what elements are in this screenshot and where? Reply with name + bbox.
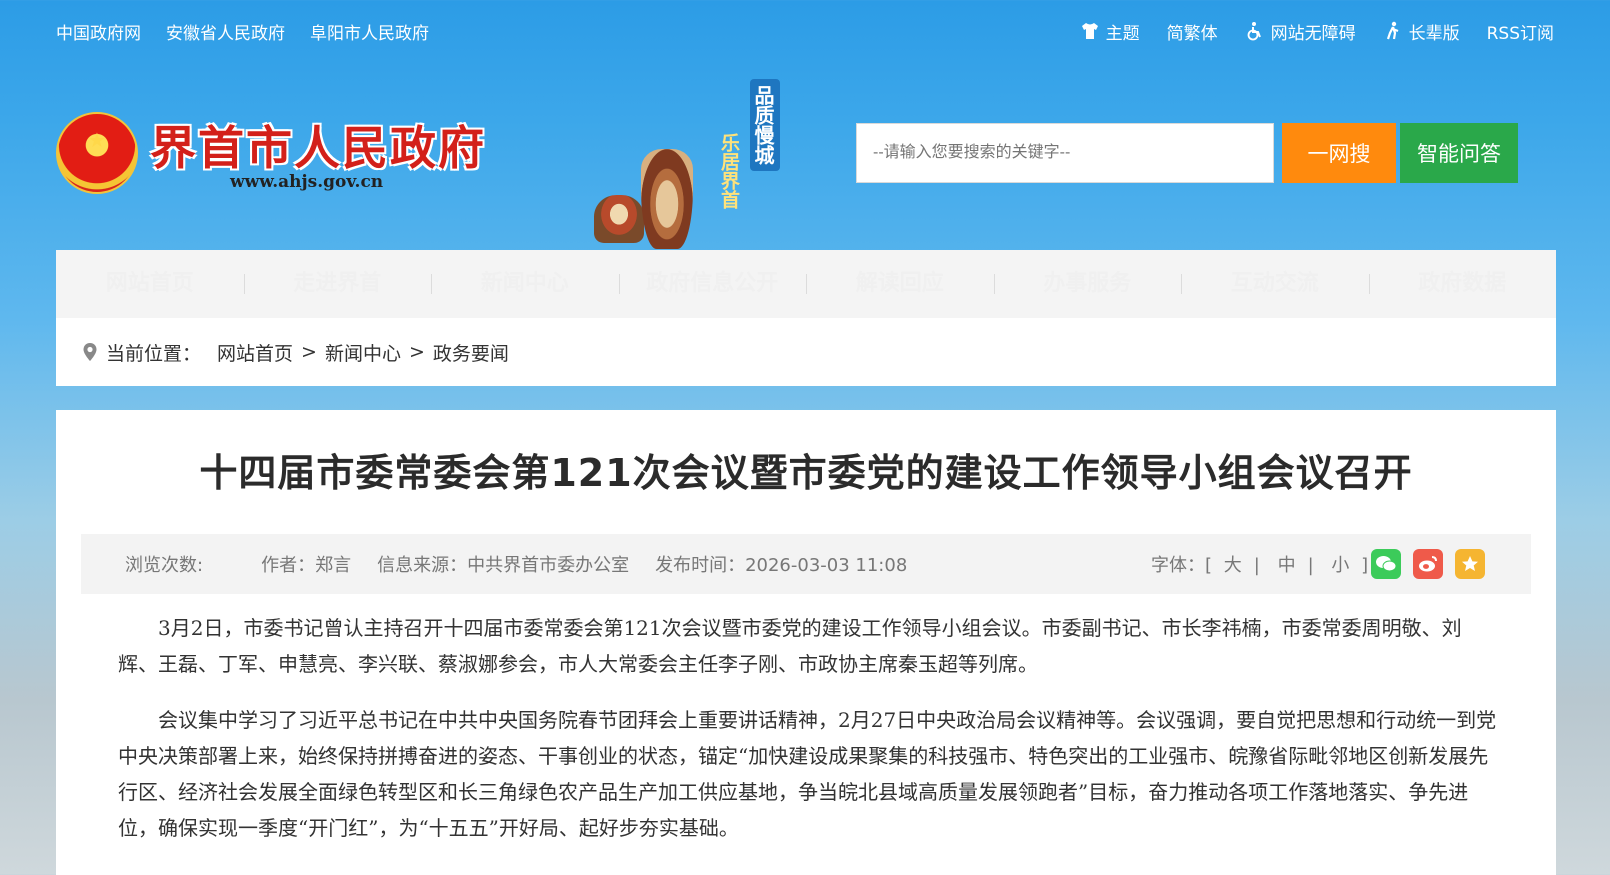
breadcrumb-home[interactable]: 网站首页 [217, 339, 293, 366]
site-url: www.ahjs.gov.cn [230, 172, 384, 192]
rss-label: RSS订阅 [1486, 23, 1554, 44]
small-vase-image [594, 195, 644, 243]
top-bar: 中国政府网 安徽省人民政府 阜阳市人民政府 主题 简繁体 网站无障碍 长辈版 R… [0, 0, 1610, 62]
star-icon [1462, 556, 1478, 571]
article-paragraph: 会议集中学习了习近平总书记在中共中央国务院春节团拜会上重要讲话精神，2月27日中… [118, 708, 1497, 840]
nav-item-home[interactable]: 网站首页 [56, 250, 244, 318]
smart-qa-button[interactable]: 智能问答 [1400, 123, 1518, 183]
elder-mode-button[interactable]: 长辈版 [1383, 19, 1460, 44]
link-fuyang-gov[interactable]: 阜阳市人民政府 [310, 19, 429, 44]
tshirt-icon [1081, 23, 1098, 39]
breadcrumb-prefix: 当前位置： [106, 342, 202, 365]
nav-item-news[interactable]: 新闻中心 [431, 250, 619, 318]
simplified-traditional-button[interactable]: 简繁体 [1167, 19, 1218, 44]
favorite-button[interactable] [1455, 549, 1485, 579]
author: 作者：郑言 [261, 555, 352, 576]
font-size-medium[interactable]: 中 [1278, 555, 1296, 576]
accessibility-label: 网站无障碍 [1270, 23, 1356, 44]
view-count: 浏览次数: [125, 555, 204, 576]
breadcrumb-news[interactable]: 新闻中心 [325, 339, 401, 366]
wechat-share-button[interactable] [1371, 549, 1401, 579]
elder-icon [1386, 21, 1399, 40]
breadcrumb: 当前位置： 网站首页 > 新闻中心 > 政务要闻 [56, 318, 1556, 386]
national-emblem-icon: ★ [56, 112, 138, 194]
wheelchair-icon [1247, 22, 1261, 41]
theme-button[interactable]: 主题 [1080, 19, 1140, 44]
main-nav: 网站首页 走进界首 新闻中心 政府信息公开 解读回应 办事服务 互动交流 政府数… [56, 250, 1556, 318]
slogan-primary: 品质慢城 [750, 79, 780, 171]
wechat-icon [1376, 556, 1397, 572]
font-size-control: 字体：[ 大 | 中 | 小 ] [1151, 551, 1368, 577]
font-size-separator: | [1307, 555, 1314, 576]
source: 信息来源：中共界首市委办公室 [377, 555, 630, 576]
top-links: 中国政府网 安徽省人民政府 阜阳市人民政府 [56, 19, 454, 44]
search-button[interactable]: 一网搜 [1282, 123, 1396, 183]
search-input[interactable] [856, 123, 1274, 183]
weibo-icon [1419, 556, 1437, 572]
breadcrumb-separator: > [408, 341, 425, 363]
nav-item-interpretation[interactable]: 解读回应 [806, 250, 994, 318]
site-name: 界首市人民政府 [150, 121, 486, 175]
site-logo[interactable]: ★ 界首市人民政府 www.ahjs.gov.cn [56, 110, 486, 205]
font-size-label: 字体：[ [1151, 555, 1213, 576]
link-anhui-gov[interactable]: 安徽省人民政府 [166, 19, 285, 44]
font-size-separator: | [1253, 555, 1260, 576]
elder-mode-label: 长辈版 [1408, 23, 1460, 44]
vase-image [641, 149, 693, 249]
weibo-share-button[interactable] [1413, 549, 1443, 579]
article-body: 3月2日，市委书记曾认主持召开十四届市委常委会第121次会议暨市委党的建设工作领… [118, 610, 1498, 866]
font-size-large[interactable]: 大 [1224, 555, 1242, 576]
breadcrumb-current[interactable]: 政务要闻 [433, 339, 509, 366]
nav-item-about[interactable]: 走进界首 [243, 250, 432, 318]
rss-button[interactable]: RSS订阅 [1487, 19, 1554, 44]
article: 十四届市委常委会第121次会议暨市委党的建设工作领导小组会议召开 浏览次数: 作… [56, 410, 1556, 875]
publish-time: 发布时间：2026-03-03 11:08 [655, 555, 908, 576]
article-paragraph: 3月2日，市委书记曾认主持召开十四届市委常委会第121次会议暨市委党的建设工作领… [118, 616, 1462, 676]
slogan-secondary: 乐居界首 [718, 133, 740, 209]
article-title: 十四届市委常委会第121次会议暨市委党的建设工作领导小组会议召开 [199, 451, 1413, 495]
site-header: ★ 界首市人民政府 www.ahjs.gov.cn 乐居界首 品质慢城 一网搜 … [56, 79, 1556, 250]
font-size-small[interactable]: 小 [1331, 555, 1349, 576]
nav-item-info-disclosure[interactable]: 政府信息公开 [618, 250, 807, 318]
nav-item-interaction[interactable]: 互动交流 [1181, 250, 1369, 318]
location-pin-icon [83, 343, 97, 361]
top-tools: 主题 简繁体 网站无障碍 长辈版 RSS订阅 [1053, 19, 1554, 44]
accessibility-button[interactable]: 网站无障碍 [1245, 19, 1356, 44]
link-gov-cn[interactable]: 中国政府网 [56, 19, 141, 44]
font-size-end: ] [1361, 555, 1369, 576]
nav-item-services[interactable]: 办事服务 [993, 250, 1182, 318]
theme-label: 主题 [1105, 23, 1140, 44]
nav-item-data[interactable]: 政府数据 [1368, 250, 1557, 318]
share-buttons [1371, 549, 1497, 579]
breadcrumb-separator: > [301, 341, 317, 363]
article-meta: 浏览次数: 作者：郑言 信息来源：中共界首市委办公室 发布时间：2026-03-… [81, 534, 1531, 594]
simplified-traditional-label: 简繁体 [1166, 23, 1218, 44]
